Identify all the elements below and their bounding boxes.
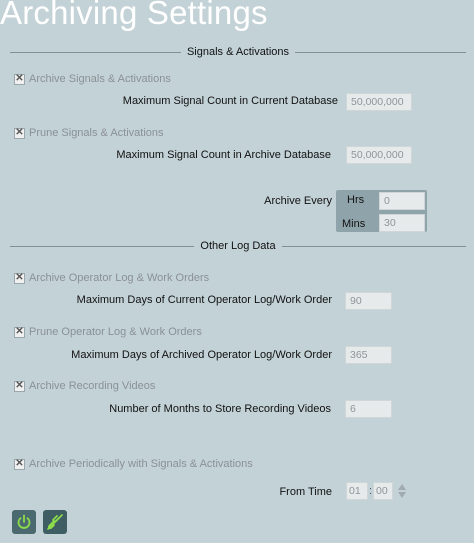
from-time-label: From Time	[279, 486, 332, 498]
archive-recordings-checkbox[interactable]: ✕	[14, 380, 25, 392]
max-signal-count-current-input[interactable]: 50,000,000	[346, 93, 412, 111]
mins-label: Mins	[342, 218, 366, 230]
max-days-archived-log-input[interactable]: 365	[345, 346, 392, 364]
page-title: Archiving Settings	[0, 0, 268, 31]
prune-operator-log-label: Prune Operator Log & Work Orders	[29, 326, 202, 338]
disconnect-button[interactable]	[43, 510, 67, 534]
archive-operator-log-checkbox[interactable]: ✕	[14, 272, 25, 284]
months-recordings-input[interactable]: 6	[345, 400, 392, 418]
hrs-input[interactable]: 0	[379, 192, 425, 210]
months-recordings-label: Number of Months to Store Recording Vide…	[109, 403, 331, 415]
prune-signals-checkbox[interactable]: ✕	[14, 127, 25, 139]
from-time-minute-input[interactable]: 00	[373, 482, 393, 500]
section-divider	[281, 245, 466, 247]
max-signal-count-archive-label: Maximum Signal Count in Archive Database	[116, 149, 331, 161]
prune-signals-checkbox-row[interactable]: ✕ Prune Signals & Activations	[14, 126, 164, 140]
from-time-hour-input[interactable]: 01	[346, 482, 368, 500]
section-signals: Signals & Activations	[10, 45, 466, 59]
archive-recordings-checkbox-row[interactable]: ✕ Archive Recording Videos	[14, 379, 155, 393]
archive-operator-log-label: Archive Operator Log & Work Orders	[29, 272, 210, 284]
max-days-current-log-input[interactable]: 90	[345, 292, 392, 310]
spinner-up-icon[interactable]	[398, 484, 406, 490]
max-signal-count-archive-input[interactable]: 50,000,000	[346, 146, 412, 164]
time-spinner[interactable]	[398, 484, 407, 499]
max-signal-count-current-label: Maximum Signal Count in Current Database	[122, 95, 338, 107]
section-other-log-data: Other Log Data	[10, 239, 466, 253]
prune-operator-log-checkbox-row[interactable]: ✕ Prune Operator Log & Work Orders	[14, 325, 202, 339]
power-button[interactable]	[12, 510, 36, 534]
spinner-down-icon[interactable]	[398, 492, 406, 498]
archive-recordings-label: Archive Recording Videos	[29, 380, 156, 392]
section-signals-label: Signals & Activations	[186, 46, 290, 58]
section-divider	[10, 245, 195, 247]
power-icon	[17, 514, 31, 529]
archive-operator-log-checkbox-row[interactable]: ✕ Archive Operator Log & Work Orders	[14, 271, 209, 285]
archive-signals-checkbox[interactable]: ✕	[14, 73, 25, 85]
section-divider	[10, 51, 181, 53]
mins-input[interactable]: 30	[379, 214, 425, 232]
time-separator: :	[369, 485, 373, 497]
section-other-label: Other Log Data	[200, 240, 276, 252]
archive-every-label: Archive Every	[264, 195, 332, 207]
max-days-archived-log-label: Maximum Days of Archived Operator Log/Wo…	[71, 349, 332, 361]
hrs-label: Hrs	[347, 194, 365, 206]
archive-signals-label: Archive Signals & Activations	[29, 73, 171, 85]
archive-signals-checkbox-row[interactable]: ✕ Archive Signals & Activations	[14, 72, 171, 86]
plug-disconnect-icon	[47, 514, 63, 530]
archive-periodically-label: Archive Periodically with Signals & Acti…	[29, 458, 253, 470]
archive-periodically-checkbox[interactable]: ✕	[14, 458, 25, 470]
prune-operator-log-checkbox[interactable]: ✕	[14, 326, 25, 338]
section-divider	[295, 51, 466, 53]
archive-periodically-checkbox-row[interactable]: ✕ Archive Periodically with Signals & Ac…	[14, 457, 253, 471]
max-days-current-log-label: Maximum Days of Current Operator Log/Wor…	[76, 294, 332, 306]
prune-signals-label: Prune Signals & Activations	[29, 127, 164, 139]
